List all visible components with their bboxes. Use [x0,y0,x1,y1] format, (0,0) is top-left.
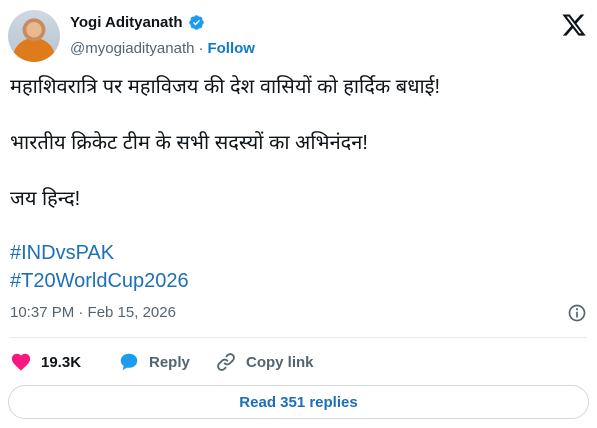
hashtag-link[interactable]: #T20WorldCup2026 [10,270,189,293]
tweet-paragraph: जय हिन्द! [10,188,81,210]
verified-badge-icon [188,15,204,30]
hashtag-link[interactable]: #INDvsPAK [10,242,114,265]
separator-dot: · [198,40,204,57]
copy-link-button[interactable]: Copy link [215,349,314,375]
info-icon[interactable] [567,303,587,323]
like-count: 19.3K [41,353,82,371]
like-button[interactable]: 19.3K [10,349,81,375]
reply-bubble-icon [120,353,138,371]
copy-link-label: Copy link [246,353,314,371]
x-logo-icon[interactable] [561,12,587,38]
link-icon [217,353,235,371]
tweet-card: Yogi Adityanath @myogiadityanath · Follo… [0,0,597,428]
author-name[interactable]: Yogi Adityanath [70,14,183,31]
read-replies-button[interactable]: Read 351 replies [8,385,589,419]
follow-button[interactable]: Follow [207,40,255,57]
tweet-timestamp[interactable]: 10:37 PM · Feb 15, 2026 [10,304,176,321]
divider [10,337,587,338]
avatar[interactable] [8,10,60,62]
tweet-paragraph: भारतीय क्रिकेट टीम के सभी सदस्यों का अभि… [10,132,368,154]
author-handle[interactable]: @myogiadityanath [70,40,194,57]
tweet-header: Yogi Adityanath @myogiadityanath · Follo… [8,10,587,64]
name-row: Yogi Adityanath [70,14,205,31]
reply-button[interactable]: Reply [118,349,190,375]
handle-row: @myogiadityanath · Follow [70,40,255,57]
heart-icon [11,353,31,371]
tweet-paragraph: महाशिवरात्रि पर महाविजय की देश वासियों क… [10,76,441,98]
reply-label: Reply [149,353,190,371]
action-bar: 19.3K Reply Copy link [10,349,587,375]
